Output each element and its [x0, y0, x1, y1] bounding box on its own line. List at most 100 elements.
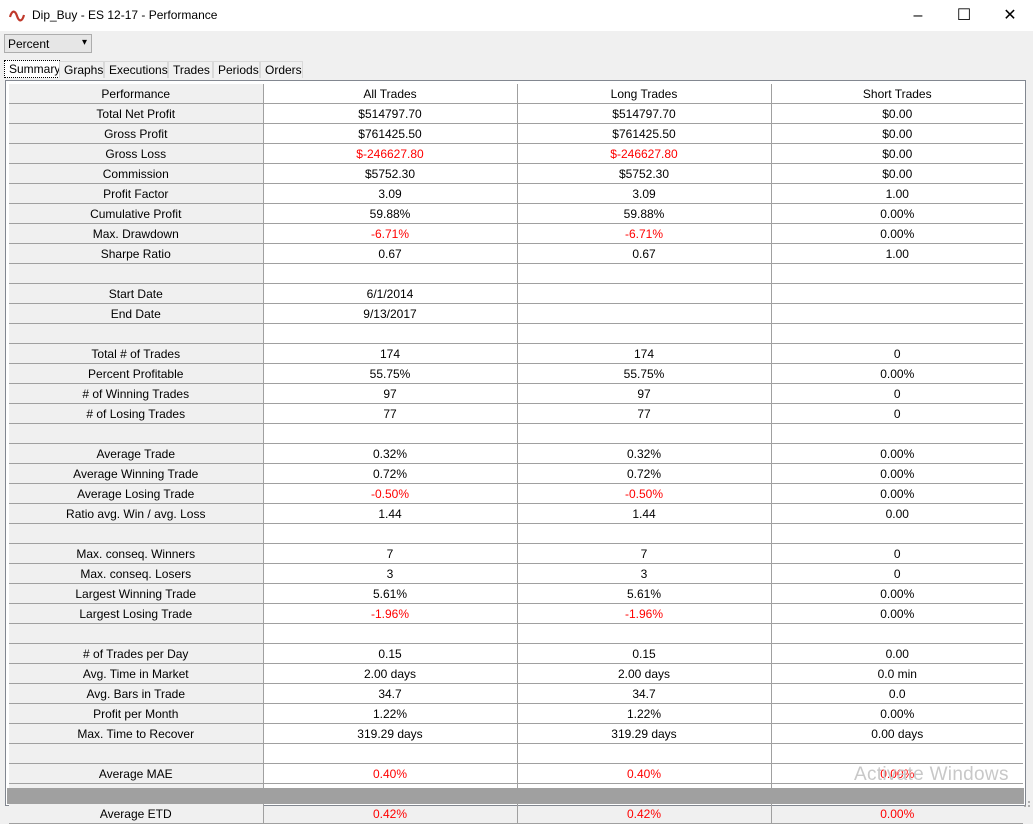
tab-graphs[interactable]: Graphs — [59, 61, 104, 78]
table-row[interactable]: Total Net Profit $514797.70 $514797.70 $0.0… — [9, 103, 1023, 124]
short-trades-value: 0.00% — [771, 463, 1023, 484]
metric-label: Sharpe Ratio — [9, 243, 264, 264]
close-button[interactable]: ✕ — [987, 0, 1033, 31]
all-trades-value: 0.32% — [263, 443, 518, 464]
long-trades-value: $-246627.80 — [517, 143, 772, 164]
table-row[interactable]: Profit per Month 1.22% 1.22% 0.00% — [9, 703, 1023, 724]
all-trades-value: 0.67 — [263, 243, 518, 264]
column-header-short-trades[interactable]: Short Trades — [771, 84, 1023, 104]
long-trades-value: 77 — [517, 403, 772, 424]
column-header-performance[interactable]: Performance — [9, 84, 264, 104]
long-trades-value: 0.40% — [517, 763, 772, 784]
all-trades-value: 3.09 — [263, 183, 518, 204]
app-logo-icon — [9, 10, 25, 22]
table-row[interactable]: # of Winning Trades 97 97 0 — [9, 383, 1023, 404]
table-row[interactable] — [9, 523, 1023, 544]
table-row[interactable]: Largest Winning Trade 5.61% 5.61% 0.00% — [9, 583, 1023, 604]
table-row[interactable]: Average Trade 0.32% 0.32% 0.00% — [9, 443, 1023, 464]
all-trades-value: 9/13/2017 — [263, 303, 518, 324]
short-trades-value: 0.00% — [771, 803, 1023, 824]
long-trades-value: 34.7 — [517, 683, 772, 704]
table-row[interactable]: Sharpe Ratio 0.67 0.67 1.00 — [9, 243, 1023, 264]
column-header-long-trades[interactable]: Long Trades — [517, 84, 772, 104]
table-row[interactable] — [9, 423, 1023, 444]
long-trades-value — [517, 283, 772, 304]
metric-label: Average Winning Trade — [9, 463, 264, 484]
table-row[interactable]: Max. Time to Recover 319.29 days 319.29 da… — [9, 723, 1023, 744]
table-row[interactable]: Max. Drawdown -6.71% -6.71% 0.00% — [9, 223, 1023, 244]
tab-periods[interactable]: Periods — [213, 61, 260, 78]
all-trades-value: 0.42% — [263, 803, 518, 824]
short-trades-value: 0.00 — [771, 643, 1023, 664]
metric-label: Average Losing Trade — [9, 483, 264, 504]
table-row[interactable]: Total # of Trades 174 174 0 — [9, 343, 1023, 364]
table-row[interactable]: Largest Losing Trade -1.96% -1.96% 0.00% — [9, 603, 1023, 624]
table-row[interactable] — [9, 743, 1023, 764]
table-row[interactable]: Percent Profitable 55.75% 55.75% 0.00% — [9, 363, 1023, 384]
performance-grid[interactable]: Performance All Trades Long Trades Short… — [5, 80, 1026, 824]
tab-trades-label: Trades — [173, 63, 210, 77]
tab-trades[interactable]: Trades — [168, 61, 213, 78]
table-row[interactable]: Cumulative Profit 59.88% 59.88% 0.00% — [9, 203, 1023, 224]
display-mode-dropdown[interactable]: Percent ▾ — [4, 34, 92, 53]
table-row[interactable]: Start Date 6/1/2014 — [9, 283, 1023, 304]
long-trades-value: 3 — [517, 563, 772, 584]
tab-executions[interactable]: Executions — [104, 61, 168, 78]
table-row[interactable]: Gross Loss $-246627.80 $-246627.80 $0.00 — [9, 143, 1023, 164]
long-trades-value: 0.32% — [517, 443, 772, 464]
all-trades-value — [263, 523, 518, 544]
grid-footer-bar — [7, 788, 1024, 804]
table-row[interactable]: Average Losing Trade -0.50% -0.50% 0.00% — [9, 483, 1023, 504]
long-trades-value: 55.75% — [517, 363, 772, 384]
long-trades-value: 0.67 — [517, 243, 772, 264]
window-title: Dip_Buy - ES 12-17 - Performance — [32, 8, 218, 22]
metric-label: Average Trade — [9, 443, 264, 464]
table-row[interactable] — [9, 323, 1023, 344]
long-trades-value: 7 — [517, 543, 772, 564]
long-trades-value: 0.42% — [517, 803, 772, 824]
long-trades-value — [517, 523, 772, 544]
metric-label: # of Losing Trades — [9, 403, 264, 424]
short-trades-value: 1.00 — [771, 243, 1023, 264]
close-icon: ✕ — [1003, 7, 1017, 24]
tab-summary-label: Summary — [9, 62, 61, 76]
table-row[interactable]: # of Losing Trades 77 77 0 — [9, 403, 1023, 424]
column-header-all-trades[interactable]: All Trades — [263, 84, 518, 104]
table-row[interactable]: Avg. Bars in Trade 34.7 34.7 0.0 — [9, 683, 1023, 704]
short-trades-value — [771, 743, 1023, 764]
all-trades-value: 0.40% — [263, 763, 518, 784]
table-row[interactable]: Profit Factor 3.09 3.09 1.00 — [9, 183, 1023, 204]
all-trades-value: 77 — [263, 403, 518, 424]
maximize-button[interactable]: ☐ — [941, 0, 987, 31]
long-trades-value: 3.09 — [517, 183, 772, 204]
table-row[interactable] — [9, 263, 1023, 284]
all-trades-value — [263, 323, 518, 344]
table-row[interactable]: Max. conseq. Winners 7 7 0 — [9, 543, 1023, 564]
table-row[interactable]: Avg. Time in Market 2.00 days 2.00 days 0.0… — [9, 663, 1023, 684]
metric-label — [9, 523, 264, 544]
tab-summary[interactable]: Summary — [4, 60, 60, 78]
table-row[interactable]: Max. conseq. Losers 3 3 0 — [9, 563, 1023, 584]
maximize-icon: ☐ — [956, 7, 972, 24]
table-row[interactable]: Average ETD 0.42% 0.42% 0.00% — [9, 803, 1023, 824]
metric-label — [9, 743, 264, 764]
table-row[interactable]: Average Winning Trade 0.72% 0.72% 0.00% — [9, 463, 1023, 484]
table-row[interactable] — [9, 623, 1023, 644]
all-trades-value: $5752.30 — [263, 163, 518, 184]
short-trades-value: 0.00% — [771, 603, 1023, 624]
table-row[interactable]: # of Trades per Day 0.15 0.15 0.00 — [9, 643, 1023, 664]
minimize-button[interactable]: – — [895, 0, 941, 31]
tab-orders[interactable]: Orders — [260, 61, 303, 78]
resize-grip-icon[interactable] — [1021, 798, 1031, 808]
table-row[interactable]: End Date 9/13/2017 — [9, 303, 1023, 324]
metric-label: Max. Time to Recover — [9, 723, 264, 744]
table-row[interactable]: Ratio avg. Win / avg. Loss 1.44 1.44 0.00 — [9, 503, 1023, 524]
short-trades-value: $0.00 — [771, 163, 1023, 184]
metric-label — [9, 263, 264, 284]
table-row[interactable]: Commission $5752.30 $5752.30 $0.00 — [9, 163, 1023, 184]
table-row[interactable]: Gross Profit $761425.50 $761425.50 $0.00 — [9, 123, 1023, 144]
metric-label: Total Net Profit — [9, 103, 264, 124]
short-trades-value: 0.00% — [771, 203, 1023, 224]
metric-label: Cumulative Profit — [9, 203, 264, 224]
short-trades-value: 0.00% — [771, 703, 1023, 724]
